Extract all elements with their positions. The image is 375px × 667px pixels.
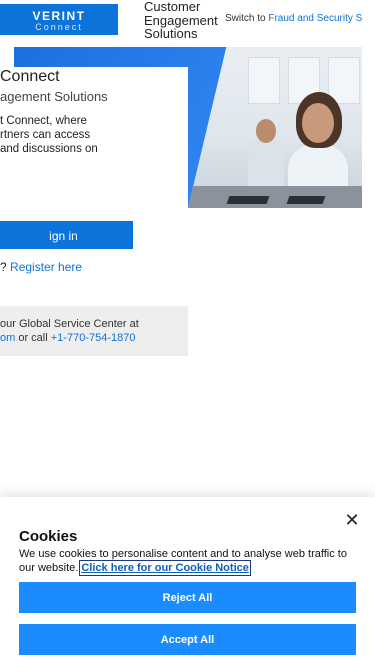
support-phone-link[interactable]: +1-770-754-1870 [51, 332, 136, 344]
register-prefix: ? [0, 260, 7, 274]
cookie-title: Cookies [19, 528, 78, 545]
cookie-description: We use cookies to personalise content an… [19, 548, 364, 576]
brand-line-3: Solutions [144, 26, 198, 41]
support-text: our Global Service Center at [0, 318, 139, 330]
hero-description: t Connect, where rtners can access and d… [0, 114, 188, 156]
verint-connect-logo[interactable]: VERINT Connect [0, 4, 118, 35]
brand-title: Customer Engagement Solutions [144, 0, 218, 41]
sign-in-button[interactable]: ign in [0, 221, 133, 249]
logo-wordmark: VERINT [32, 9, 86, 23]
switch-prefix: Switch to [225, 13, 266, 24]
support-or-call: or call [18, 332, 48, 344]
cookie-banner: ✕ Cookies We use cookies to personalise … [0, 497, 375, 667]
register-link[interactable]: Register here [10, 260, 82, 274]
hero-line-3: and discussions on [0, 143, 98, 155]
switch-portal-link[interactable]: Fraud and Security S [268, 13, 362, 24]
accept-all-button[interactable]: Accept All [19, 624, 356, 655]
hero-line-1: t Connect, where [0, 115, 87, 127]
support-email-link[interactable]: om [0, 332, 15, 344]
site-header: VERINT Connect Customer Engagement Solut… [0, 0, 375, 40]
hero-subtitle: agement Solutions [0, 89, 108, 104]
support-contact: om or call +1-770-754-1870 [0, 332, 135, 344]
support-info-box: our Global Service Center at om or call … [0, 306, 188, 356]
close-icon[interactable]: ✕ [341, 509, 363, 531]
register-prompt: ? Register here [0, 260, 82, 274]
logo-subtitle: Connect [35, 22, 83, 32]
switch-portal: Switch to Fraud and Security S [225, 13, 362, 24]
brand-line-2: Engagement [144, 12, 218, 28]
hero-title: Connect [0, 68, 60, 85]
brand-line-1: Customer [144, 0, 201, 14]
reject-all-button[interactable]: Reject All [19, 582, 356, 613]
cookie-notice-link[interactable]: Click here for our Cookie Notice [79, 559, 251, 576]
hero-line-2: rtners can access [0, 129, 91, 141]
